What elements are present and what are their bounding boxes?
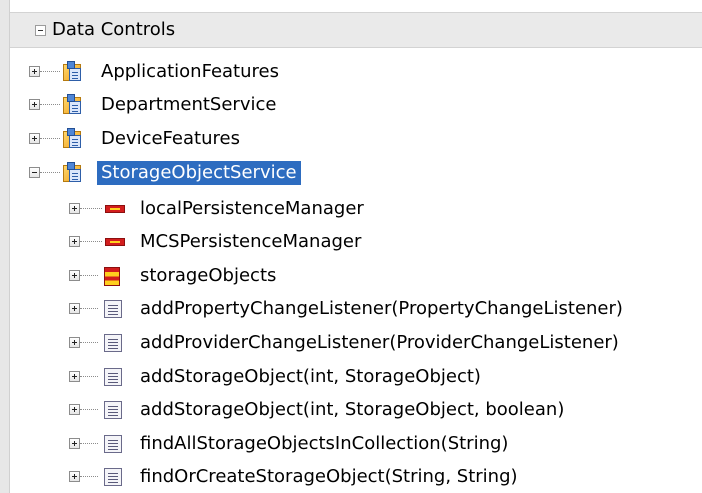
expand-icon[interactable] (69, 337, 80, 348)
tree-node-label: DepartmentService (101, 94, 277, 115)
tree-child-mcs-persistence-manager[interactable]: MCSPersistenceManager (62, 228, 682, 256)
expand-icon[interactable] (29, 133, 40, 144)
header-label: Data Controls (52, 19, 176, 40)
expand-icon[interactable] (69, 236, 80, 247)
tree-child-method[interactable]: findAllStorageObjectsInCollection(String… (62, 430, 682, 458)
data-controls-panel: Data Controls ApplicationFeatures Depart… (0, 0, 702, 493)
tree-child-storage-objects[interactable]: storageObjects (62, 262, 682, 290)
tree-child-method[interactable]: addProviderChangeListener(ProviderChange… (62, 329, 682, 357)
tree-node-storage-object-service[interactable]: StorageObjectService (25, 159, 625, 187)
top-strip (10, 0, 702, 9)
method-icon (102, 366, 124, 388)
tree-connector (80, 443, 98, 445)
tree-child-local-persistence-manager[interactable]: localPersistenceManager (62, 195, 682, 223)
tree-node-label: addStorageObject(int, StorageObject) (140, 366, 481, 387)
tree-node-label: storageObjects (140, 265, 277, 286)
tree-child-method[interactable]: addStorageObject(int, StorageObject, boo… (62, 396, 682, 424)
method-icon (102, 433, 124, 455)
tree-node-label: addStorageObject(int, StorageObject, boo… (140, 399, 565, 420)
expand-icon[interactable] (69, 270, 80, 281)
tree-child-method[interactable]: addPropertyChangeListener(PropertyChange… (62, 295, 682, 323)
data-control-icon (61, 162, 83, 184)
tree-child-method[interactable]: findOrCreateStorageObject(String, String… (62, 463, 682, 491)
expand-icon[interactable] (69, 471, 80, 482)
tree-connector (80, 241, 102, 243)
expand-icon[interactable] (29, 99, 40, 110)
tree-connector (80, 308, 98, 310)
tree-node-label: DeviceFeatures (101, 128, 240, 149)
expand-icon[interactable] (69, 371, 80, 382)
tree-connector (80, 342, 98, 344)
tree-node-label: MCSPersistenceManager (140, 231, 362, 252)
tree-child-method[interactable]: addStorageObject(int, StorageObject) (62, 363, 682, 391)
expand-icon[interactable] (69, 303, 80, 314)
tree-node-label: StorageObjectService (97, 161, 301, 185)
tree-node-label: addProviderChangeListener(ProviderChange… (140, 332, 619, 353)
left-gutter (0, 0, 10, 493)
tree-node-application-features[interactable]: ApplicationFeatures (25, 58, 625, 86)
tree-connector (40, 71, 60, 73)
data-control-icon (61, 61, 83, 83)
tree-node-label: findAllStorageObjectsInCollection(String… (140, 433, 509, 454)
tree-connector (80, 476, 98, 478)
expand-icon[interactable] (29, 66, 40, 77)
attribute-icon (104, 198, 126, 220)
tree-connector (40, 138, 60, 140)
tree-connector (80, 208, 102, 210)
tree-node-department-service[interactable]: DepartmentService (25, 91, 625, 119)
data-control-icon (61, 128, 83, 150)
attribute-icon (104, 231, 126, 253)
expand-icon[interactable] (69, 404, 80, 415)
collection-icon (102, 265, 124, 287)
method-icon (102, 298, 124, 320)
method-icon (102, 332, 124, 354)
collapse-toggle-icon[interactable] (35, 25, 46, 36)
tree-connector (80, 275, 98, 277)
tree-connector (40, 104, 60, 106)
tree-connector (80, 409, 98, 411)
method-icon (102, 466, 124, 488)
expand-icon[interactable] (69, 438, 80, 449)
expand-icon[interactable] (69, 203, 80, 214)
data-controls-header[interactable]: Data Controls (10, 12, 702, 48)
collapse-icon[interactable] (29, 167, 40, 178)
tree-node-label: findOrCreateStorageObject(String, String… (140, 466, 518, 487)
tree-node-label: addPropertyChangeListener(PropertyChange… (140, 298, 623, 319)
tree-connector (80, 376, 98, 378)
tree-connector (40, 172, 60, 174)
tree-node-label: ApplicationFeatures (101, 61, 279, 82)
tree-node-device-features[interactable]: DeviceFeatures (25, 125, 625, 153)
data-control-icon (61, 94, 83, 116)
method-icon (102, 399, 124, 421)
tree-node-label: localPersistenceManager (140, 198, 364, 219)
